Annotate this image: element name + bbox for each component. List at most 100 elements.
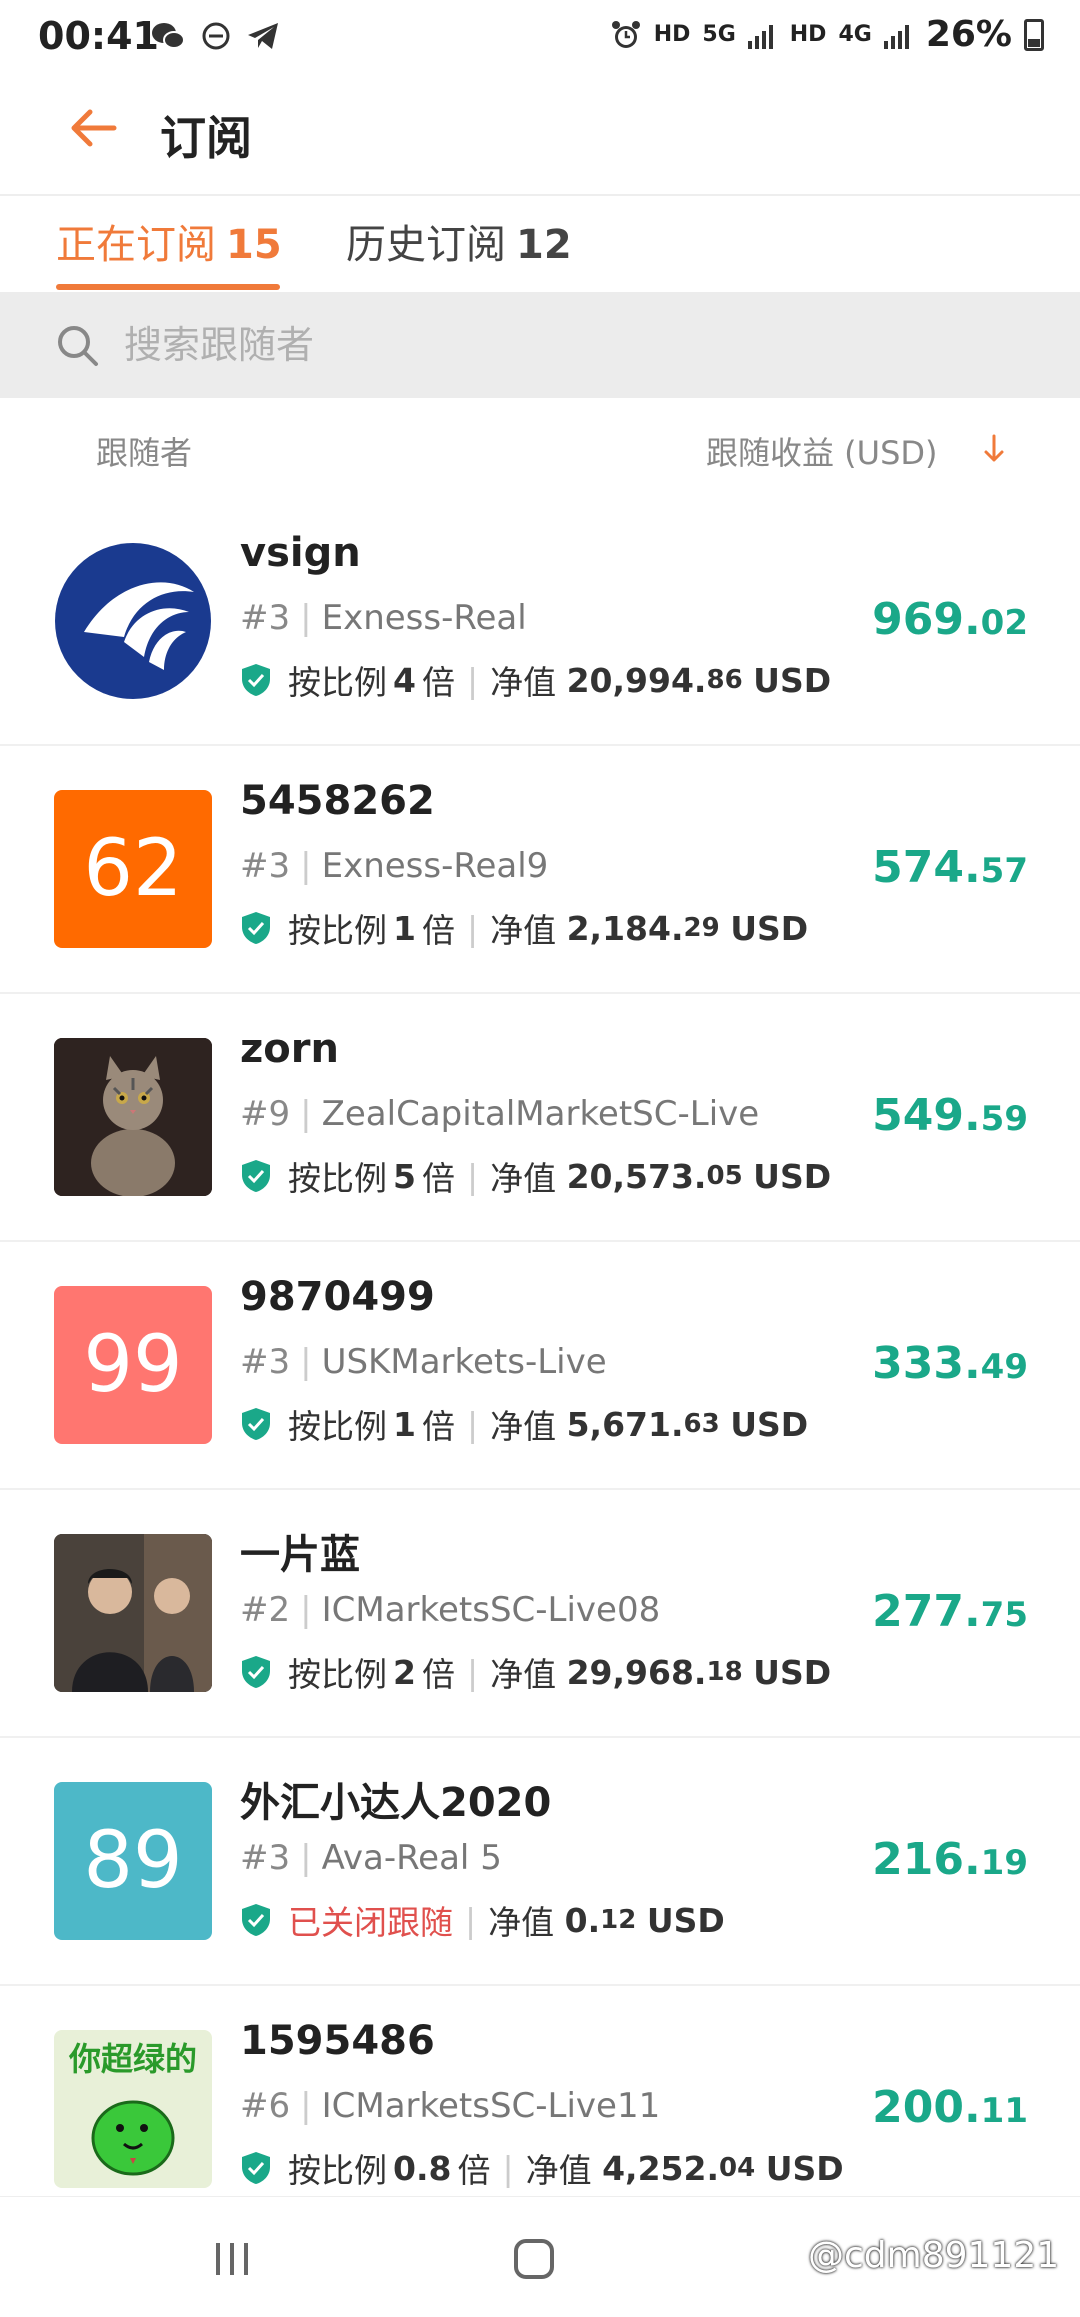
green-meme-icon xyxy=(91,2100,175,2176)
sort-down-arrow-icon[interactable] xyxy=(978,428,1010,468)
avatar: 99 xyxy=(54,1286,212,1444)
profit-value: 200.11 xyxy=(872,2082,1028,2133)
follower-meta: 按比例 1 倍 | 净值 2,184. 29 USD xyxy=(240,904,808,952)
nav-dec: 05 xyxy=(706,1161,743,1191)
follower-name: 9870499 xyxy=(240,1274,435,1320)
follower-rank-server: #2 | ICMarketsSC-Live08 xyxy=(240,1590,661,1630)
ratio-value: 1 xyxy=(393,908,416,948)
follower-name: 一片蓝 xyxy=(240,1532,360,1578)
nav-dec: 29 xyxy=(683,913,720,943)
list-column-header: 跟随者 跟随收益 (USD) xyxy=(0,410,1080,490)
follower-rank-server: #3 | Ava-Real 5 xyxy=(240,1838,502,1878)
ratio-unit: 倍 xyxy=(421,1655,455,1694)
list-item[interactable]: zorn #9 | ZealCapitalMarketSC-Live 按比例 5 倍 |… xyxy=(0,994,1080,1242)
ratio-label: 按比例 xyxy=(288,911,387,950)
active-tab-indicator xyxy=(56,284,280,290)
tab-count: 15 xyxy=(226,222,282,268)
follower-name: 外汇小达人2020 xyxy=(240,1780,552,1826)
cat-photo-icon xyxy=(54,1038,212,1196)
list-item[interactable]: 一片蓝 #2 | ICMarketsSC-Live08 按比例 2 倍 | 净值 29,… xyxy=(0,1490,1080,1738)
search-input[interactable] xyxy=(122,314,1026,376)
list-item[interactable]: 62 5458262 #3 | Exness-Real9 按比例 1 倍 | 净值 2,… xyxy=(0,746,1080,994)
search-bar xyxy=(0,292,1080,398)
follower-meta: 按比例 1 倍 | 净值 5,671. 63 USD xyxy=(240,1400,808,1448)
follower-name: vsign xyxy=(240,530,361,576)
profit-int: 216. xyxy=(872,1834,981,1885)
nav-int: 29,968. xyxy=(566,1652,707,1692)
profit-dec: 11 xyxy=(980,2091,1028,2131)
ratio-label: 按比例 xyxy=(288,1407,387,1446)
ratio-unit: 倍 xyxy=(421,911,455,950)
nav-dec: 63 xyxy=(683,1409,720,1439)
follower-meta: 按比例 5 倍 | 净值 20,573. 05 USD xyxy=(240,1152,831,1200)
alarm-icon xyxy=(611,20,640,48)
ratio-value: 5 xyxy=(393,1156,416,1196)
tab-history-subscriptions[interactable]: 历史订阅 12 xyxy=(346,212,572,270)
follower-rank-server: #6 | ICMarketsSC-Live11 xyxy=(240,2086,661,2126)
profit-int: 333. xyxy=(872,1338,981,1389)
ratio-value: 4 xyxy=(393,660,416,700)
rank: #3 xyxy=(240,598,291,638)
recent-apps-icon[interactable] xyxy=(212,2239,252,2279)
shield-check-icon xyxy=(242,1408,270,1440)
profit-dec: 02 xyxy=(980,603,1028,643)
follower-name: zorn xyxy=(240,1026,339,1072)
profit-int: 200. xyxy=(872,2082,981,2133)
follower-name: 5458262 xyxy=(240,778,435,824)
server: Exness-Real9 xyxy=(321,846,549,886)
eagle-logo-icon xyxy=(55,543,211,699)
profit-value: 574.57 xyxy=(872,842,1028,893)
list-item[interactable]: 99 9870499 #3 | USKMarkets-Live 按比例 1 倍 | 净值… xyxy=(0,1242,1080,1490)
watermark: @cdm891121 xyxy=(808,2235,1060,2276)
ratio-unit: 倍 xyxy=(421,1159,455,1198)
tab-bar: 正在订阅 15 历史订阅 12 xyxy=(0,196,1080,292)
back-arrow-icon[interactable] xyxy=(64,98,124,158)
server: ICMarketsSC-Live08 xyxy=(321,1590,661,1630)
follower-meta: 按比例 2 倍 | 净值 29,968. 18 USD xyxy=(240,1648,831,1696)
nav-int: 5,671. xyxy=(566,1404,684,1444)
currency: USD xyxy=(730,908,809,948)
tab-current-subscriptions[interactable]: 正在订阅 15 xyxy=(56,212,282,270)
follower-rank-server: #3 | USKMarkets-Live xyxy=(240,1342,607,1382)
search-icon xyxy=(58,326,98,366)
server: ZealCapitalMarketSC-Live xyxy=(321,1094,760,1134)
column-profit[interactable]: 跟随收益 (USD) xyxy=(706,428,938,474)
profit-dec: 57 xyxy=(980,851,1028,891)
avatar: 你超绿的 xyxy=(54,2030,212,2188)
rank: #2 xyxy=(240,1590,291,1630)
nav-int: 0. xyxy=(564,1900,601,1940)
nav-label: 净值 xyxy=(488,1903,555,1942)
5g-icon: 5G xyxy=(702,22,736,47)
shield-check-icon xyxy=(242,1160,270,1192)
server: USKMarkets-Live xyxy=(321,1342,607,1382)
server: Ava-Real 5 xyxy=(321,1838,502,1878)
ratio-label: 按比例 xyxy=(288,2151,387,2190)
profit-dec: 49 xyxy=(980,1347,1028,1387)
nav-label: 净值 xyxy=(490,1407,557,1446)
shield-check-icon xyxy=(242,912,270,944)
4g-icon: 4G xyxy=(838,22,872,47)
profit-dec: 59 xyxy=(980,1099,1028,1139)
list-item[interactable]: vsign #3 | Exness-Real 按比例 4 倍 | 净值 20,994. 8… xyxy=(0,498,1080,746)
list-item[interactable]: 89 外汇小达人2020 #3 | Ava-Real 5 已关闭跟随 | 净值 0.… xyxy=(0,1738,1080,1986)
nav-int: 20,994. xyxy=(566,660,707,700)
hd-icon: HD xyxy=(653,22,691,47)
currency: USD xyxy=(765,2148,844,2188)
wechat-icon xyxy=(152,23,185,49)
ratio-unit: 倍 xyxy=(421,663,455,702)
profit-dec: 75 xyxy=(980,1595,1028,1635)
profit-value: 277.75 xyxy=(872,1586,1028,1637)
avatar: 89 xyxy=(54,1782,212,1940)
follower-meta: 已关闭跟随 | 净值 0. 12 USD xyxy=(240,1896,725,1944)
follower-rank-server: #3 | Exness-Real xyxy=(240,598,527,638)
currency: USD xyxy=(753,660,832,700)
dnd-icon xyxy=(202,22,230,50)
ratio-value: 1 xyxy=(393,1404,416,1444)
server: Exness-Real xyxy=(321,598,527,638)
home-icon[interactable] xyxy=(512,2237,556,2281)
battery-icon xyxy=(1024,18,1044,51)
column-follower: 跟随者 xyxy=(96,434,193,472)
hd-icon: HD xyxy=(789,22,827,47)
rank: #9 xyxy=(240,1094,291,1134)
follower-meta: 按比例 4 倍 | 净值 20,994. 86 USD xyxy=(240,656,831,704)
